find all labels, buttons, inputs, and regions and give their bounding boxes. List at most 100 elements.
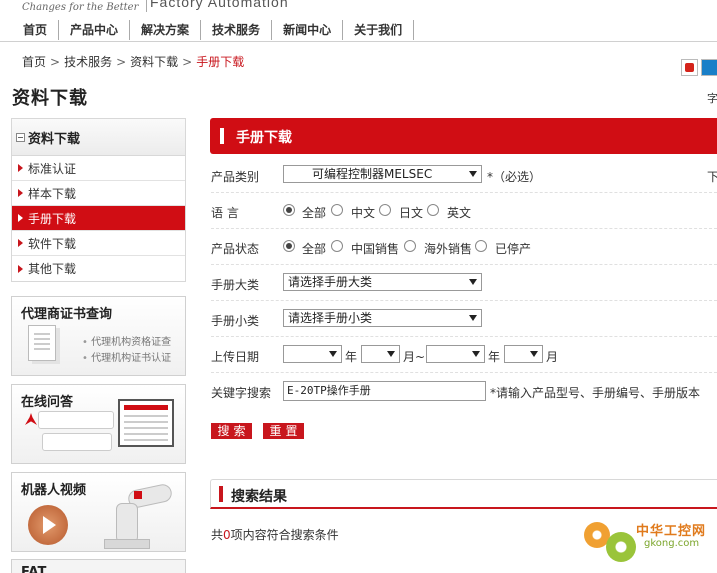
nav-news[interactable]: 新闻中心 bbox=[272, 20, 344, 40]
search-button[interactable]: 搜索 bbox=[211, 423, 252, 439]
sidebar-item-other[interactable]: 其他下载 bbox=[12, 256, 185, 281]
sidebar-item-certification[interactable]: 标准认证 bbox=[12, 156, 185, 181]
gear-icon bbox=[606, 532, 636, 562]
start-year-select[interactable] bbox=[283, 345, 342, 363]
language-label: 语 言 bbox=[211, 206, 239, 220]
language-row: 语 言 全部 中文 日文 英文 bbox=[211, 193, 717, 229]
chevron-down-icon bbox=[387, 351, 395, 357]
end-year-select[interactable] bbox=[426, 345, 485, 363]
language-option-label: 中文 bbox=[351, 206, 376, 220]
top-header: Changes for the Better Factory Automatio… bbox=[0, 0, 717, 42]
keyword-input[interactable]: E-20TP操作手册 bbox=[283, 381, 486, 401]
keyword-row: 关键字搜索 E-20TP操作手册 *请输入产品型号、手册编号、手册版本 bbox=[211, 373, 717, 409]
breadcrumb: 首页 > 技术服务 > 资料下载 > 手册下载 bbox=[22, 53, 244, 70]
weibo-share-icon[interactable] bbox=[681, 59, 698, 76]
share-icon[interactable] bbox=[701, 59, 717, 76]
language-option-label: 英文 bbox=[447, 206, 472, 220]
date-row: 上传日期 年 月~ 年 月 bbox=[211, 337, 717, 373]
brand-title: Factory Automation bbox=[150, 0, 289, 10]
results-prefix: 共 bbox=[211, 528, 224, 542]
nav-solutions[interactable]: 解决方案 bbox=[130, 20, 202, 40]
status-radio-overseas[interactable] bbox=[404, 240, 416, 252]
status-radio-discontinued[interactable] bbox=[475, 240, 487, 252]
category-row: 产品类别 可编程控制器MELSEC *（必选） 下 bbox=[211, 157, 717, 193]
arrow-right-icon bbox=[18, 189, 23, 197]
results-title: 搜索结果 bbox=[231, 489, 287, 505]
section-title: 手册下载 bbox=[236, 130, 292, 146]
page-title: 资料下载 bbox=[12, 88, 88, 109]
font-size-label[interactable]: 字 bbox=[707, 90, 717, 106]
sidebar-item-software[interactable]: 软件下载 bbox=[12, 231, 185, 256]
language-option-label: 日文 bbox=[399, 206, 424, 220]
chevron-down-icon bbox=[469, 315, 477, 321]
sidebar-item-label: 软件下载 bbox=[28, 236, 77, 251]
category-required-note: *（必选） bbox=[487, 170, 542, 184]
keyword-label: 关键字搜索 bbox=[211, 386, 272, 400]
sidebar-item-label: 样本下载 bbox=[28, 186, 77, 201]
major-row: 手册大类 请选择手册大类 bbox=[211, 265, 717, 301]
nav-tech-service[interactable]: 技术服务 bbox=[201, 20, 273, 40]
breadcrumb-separator: > bbox=[182, 55, 193, 69]
arrow-right-icon bbox=[18, 264, 23, 273]
sidebar-item-label: 其他下载 bbox=[28, 262, 77, 276]
minor-select[interactable]: 请选择手册小类 bbox=[283, 309, 482, 327]
sidebar: 资料下载 标准认证 样本下载 手册下载 软件下载 其他下载 bbox=[11, 118, 186, 282]
online-qa-promo[interactable]: 在线问答 bbox=[11, 384, 186, 464]
gkong-watermark: 中华工控网 gkong.com bbox=[584, 518, 717, 573]
language-radio-english[interactable] bbox=[427, 204, 439, 216]
promo-title: 机器人视频 bbox=[21, 483, 87, 498]
section-marker bbox=[220, 128, 224, 144]
language-option-label: 全部 bbox=[302, 206, 327, 220]
language-radio-chinese[interactable] bbox=[331, 204, 343, 216]
status-label: 产品状态 bbox=[211, 242, 260, 256]
fat-promo[interactable]: FAT bbox=[11, 559, 186, 573]
breadcrumb-downloads[interactable]: 资料下载 bbox=[130, 55, 178, 69]
breadcrumb-separator: > bbox=[116, 55, 127, 69]
nav-products[interactable]: 产品中心 bbox=[59, 20, 131, 40]
category-value: 可编程控制器MELSEC bbox=[312, 167, 433, 181]
promo-line: 代理机构资格证查 bbox=[82, 333, 171, 348]
mitsubishi-logo-icon bbox=[25, 413, 37, 425]
sidebar-header[interactable]: 资料下载 bbox=[12, 119, 185, 156]
sidebar-item-manuals[interactable]: 手册下载 bbox=[12, 206, 185, 231]
reset-button[interactable]: 重置 bbox=[263, 423, 304, 439]
breadcrumb-tech-service[interactable]: 技术服务 bbox=[64, 55, 112, 69]
arrow-right-icon bbox=[18, 214, 23, 222]
language-radio-all[interactable] bbox=[283, 204, 295, 216]
brand-tagline: Changes for the Better bbox=[22, 2, 139, 13]
breadcrumb-home[interactable]: 首页 bbox=[22, 55, 46, 69]
main-nav: 首页 产品中心 解决方案 技术服务 新闻中心 关于我们 bbox=[12, 20, 415, 40]
monitor-icon bbox=[118, 399, 174, 447]
language-radio-japanese[interactable] bbox=[379, 204, 391, 216]
category-label: 产品类别 bbox=[211, 170, 260, 184]
results-header: 搜索结果 bbox=[210, 479, 717, 509]
sidebar-item-samples[interactable]: 样本下载 bbox=[12, 181, 185, 206]
promo-title: 在线问答 bbox=[21, 395, 74, 410]
end-year-unit: 年 bbox=[488, 350, 501, 364]
status-option-label: 全部 bbox=[302, 242, 327, 256]
major-select[interactable]: 请选择手册大类 bbox=[283, 273, 482, 291]
minor-row: 手册小类 请选择手册小类 bbox=[211, 301, 717, 337]
agent-certificate-promo[interactable]: 代理商证书查询 代理机构资格证查 代理机构证书认证 bbox=[11, 296, 186, 376]
status-radio-china[interactable] bbox=[331, 240, 343, 252]
section-marker bbox=[219, 486, 223, 502]
end-month-select[interactable] bbox=[504, 345, 543, 363]
arrow-right-icon bbox=[18, 239, 23, 247]
start-month-select[interactable] bbox=[361, 345, 400, 363]
document-icon bbox=[28, 325, 56, 361]
major-label: 手册大类 bbox=[211, 278, 260, 292]
nav-home[interactable]: 首页 bbox=[12, 20, 60, 40]
category-right-text[interactable]: 下 bbox=[707, 168, 717, 185]
robot-arm-icon bbox=[94, 482, 176, 549]
status-radio-all[interactable] bbox=[283, 240, 295, 252]
watermark-cn: 中华工控网 bbox=[636, 524, 707, 539]
minor-label: 手册小类 bbox=[211, 314, 260, 328]
category-select[interactable]: 可编程控制器MELSEC bbox=[283, 165, 482, 183]
end-month-unit: 月 bbox=[546, 350, 559, 364]
status-option-label: 海外销售 bbox=[424, 242, 473, 256]
robot-video-promo[interactable]: 机器人视频 bbox=[11, 472, 186, 552]
results-summary: 共0项内容符合搜索条件 bbox=[211, 526, 339, 543]
nav-about[interactable]: 关于我们 bbox=[343, 20, 415, 40]
breadcrumb-current: 手册下载 bbox=[196, 55, 245, 69]
chevron-down-icon bbox=[469, 279, 477, 285]
